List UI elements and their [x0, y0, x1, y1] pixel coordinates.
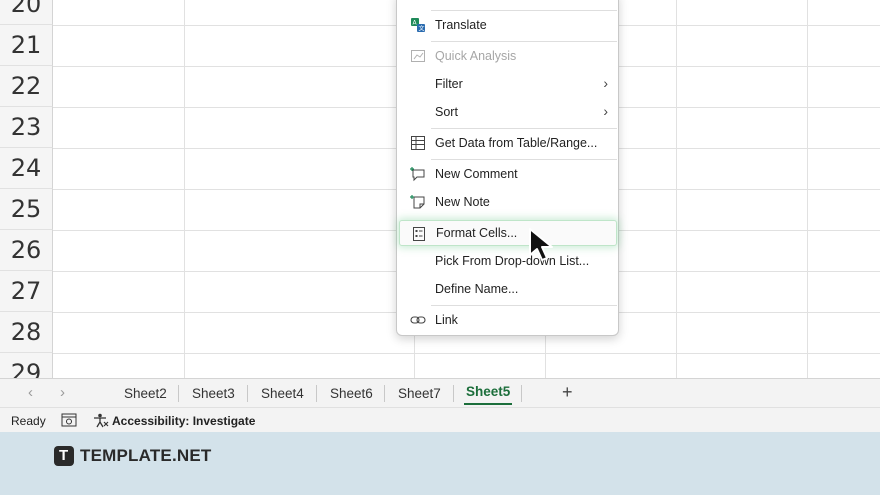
- tab-sheet2[interactable]: Sheet2: [124, 386, 167, 401]
- column-gridline: [676, 0, 677, 378]
- row-header[interactable]: 27: [0, 271, 53, 312]
- note-icon: [410, 195, 425, 209]
- menu-item-link[interactable]: Link: [398, 307, 618, 333]
- menu-item-pick-dropdown[interactable]: Pick From Drop-down List...: [398, 248, 618, 274]
- accessibility-status[interactable]: Accessibility: Investigate: [112, 414, 255, 428]
- tab-sheet6[interactable]: Sheet6: [330, 386, 373, 401]
- row-header[interactable]: 29: [0, 353, 53, 378]
- menu-item-label: Translate: [435, 18, 487, 32]
- table-icon: [411, 136, 425, 150]
- menu-separator: [431, 159, 617, 160]
- chevron-right-icon: ›: [603, 103, 608, 119]
- tab-divider: [521, 385, 522, 402]
- tab-sheet5[interactable]: Sheet5: [466, 384, 510, 399]
- tab-divider: [384, 385, 385, 402]
- add-sheet-button[interactable]: +: [562, 382, 573, 403]
- accessibility-icon[interactable]: [93, 413, 109, 428]
- menu-separator: [431, 41, 617, 42]
- tab-scroll-prev-button[interactable]: ‹: [28, 384, 33, 401]
- tab-sheet3[interactable]: Sheet3: [192, 386, 235, 401]
- menu-separator: [431, 10, 617, 11]
- chevron-right-icon: ›: [603, 75, 608, 91]
- row-header[interactable]: 20: [0, 0, 53, 25]
- row-header[interactable]: 24: [0, 148, 53, 189]
- menu-item-label: New Note: [435, 195, 490, 209]
- menu-item-quick-analysis: Quick Analysis: [398, 43, 618, 69]
- row-header[interactable]: 22: [0, 66, 53, 107]
- tab-sheet7[interactable]: Sheet7: [398, 386, 441, 401]
- sheet-tab-bar: ‹ › Sheet2 Sheet3 Sheet4 Sheet6 Sheet7 S…: [0, 378, 880, 407]
- menu-item-label: Get Data from Table/Range...: [435, 136, 598, 150]
- tab-divider: [178, 385, 179, 402]
- tab-sheet4[interactable]: Sheet4: [261, 386, 304, 401]
- menu-item-label: Sort: [435, 105, 458, 119]
- row-header[interactable]: 23: [0, 107, 53, 148]
- comment-icon: [410, 167, 425, 182]
- tab-scroll-next-button[interactable]: ›: [60, 384, 65, 401]
- mouse-cursor-icon: [529, 228, 553, 261]
- row-header[interactable]: 21: [0, 25, 53, 66]
- menu-item-label: New Comment: [435, 167, 518, 181]
- template-logo-icon: T: [54, 446, 74, 466]
- translate-icon: A 文: [411, 18, 425, 33]
- menu-item-label: Pick From Drop-down List...: [435, 254, 590, 268]
- tab-divider: [247, 385, 248, 402]
- menu-item-label: Define Name...: [435, 282, 519, 296]
- column-gridline: [807, 0, 808, 378]
- menu-item-format-cells[interactable]: Format Cells...: [399, 220, 617, 246]
- status-ready: Ready: [11, 414, 46, 428]
- menu-item-new-note[interactable]: New Note: [398, 189, 618, 215]
- menu-item-label: Filter: [435, 77, 463, 91]
- active-tab-underline: [464, 403, 512, 405]
- row-header[interactable]: 28: [0, 312, 53, 353]
- menu-item-define-name[interactable]: Define Name...: [398, 276, 618, 302]
- menu-separator: [431, 128, 617, 129]
- menu-item-label: Quick Analysis: [435, 49, 517, 63]
- menu-item-label: Format Cells...: [436, 226, 518, 240]
- brand-footer: T TEMPLATE.NET: [0, 432, 880, 495]
- row-header[interactable]: 26: [0, 230, 53, 271]
- column-gridline: [184, 0, 185, 378]
- svg-text:文: 文: [419, 25, 425, 33]
- menu-item-label: Link: [435, 313, 458, 327]
- menu-item-translate[interactable]: A 文 Translate: [398, 12, 618, 38]
- link-icon: [410, 316, 426, 324]
- menu-item-new-comment[interactable]: New Comment: [398, 161, 618, 187]
- tab-divider: [316, 385, 317, 402]
- menu-separator: [431, 305, 617, 306]
- brand-logo-text: TEMPLATE.NET: [80, 446, 212, 465]
- row-header[interactable]: 25: [0, 189, 53, 230]
- context-menu: A 文 Translate Quick Analysis Filter › So…: [396, 0, 619, 336]
- tab-divider: [453, 385, 454, 402]
- status-bar: Ready Accessibility: Investigate: [0, 407, 880, 432]
- menu-item-get-data[interactable]: Get Data from Table/Range...: [398, 130, 618, 156]
- format-cells-icon: [413, 227, 425, 241]
- quick-analysis-icon: [411, 50, 425, 62]
- row-gridline: [53, 353, 880, 354]
- menu-item-sort[interactable]: Sort ›: [398, 99, 618, 125]
- macro-record-icon[interactable]: [61, 413, 77, 427]
- menu-item-filter[interactable]: Filter ›: [398, 71, 618, 97]
